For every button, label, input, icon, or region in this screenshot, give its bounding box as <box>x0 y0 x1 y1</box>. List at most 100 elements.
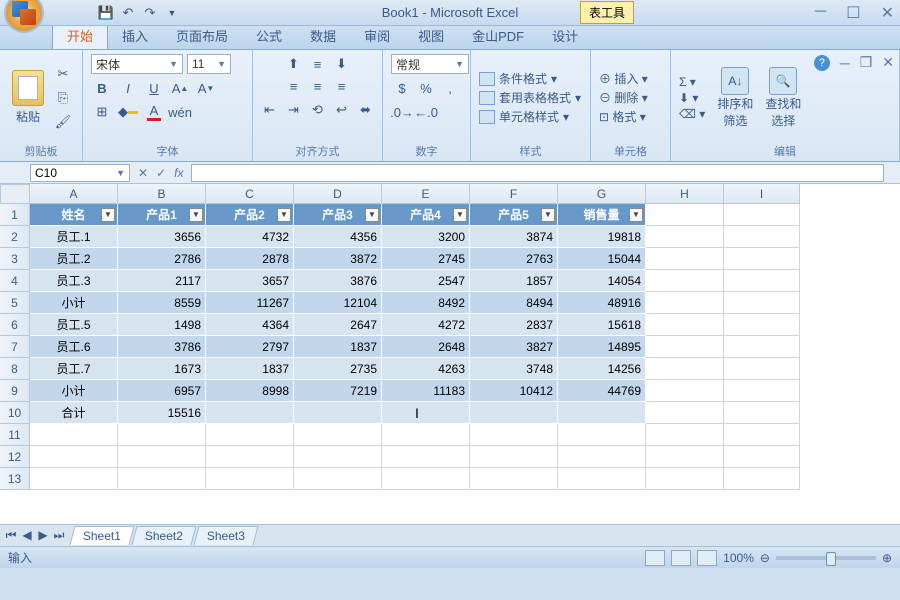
cell-H2[interactable] <box>646 226 724 248</box>
phonetic-button[interactable]: wén <box>169 102 191 122</box>
cell-G2[interactable]: 19818 <box>558 226 646 248</box>
cell-B9[interactable]: 6957 <box>118 380 206 402</box>
cell-D9[interactable]: 7219 <box>294 380 382 402</box>
cell-A9[interactable]: 小计 <box>30 380 118 402</box>
cell-C5[interactable]: 11267 <box>206 292 294 314</box>
cell-A12[interactable] <box>30 446 118 468</box>
name-box[interactable]: C10▼ <box>30 164 130 182</box>
cell-A7[interactable]: 员工.6 <box>30 336 118 358</box>
row-header-11[interactable]: 11 <box>0 424 30 446</box>
cell-D11[interactable] <box>294 424 382 446</box>
cell-E2[interactable]: 3200 <box>382 226 470 248</box>
cell-C6[interactable]: 4364 <box>206 314 294 336</box>
tab-视图[interactable]: 视图 <box>404 22 458 49</box>
cell-B3[interactable]: 2786 <box>118 248 206 270</box>
col-header-G[interactable]: G <box>558 184 646 204</box>
cell-I9[interactable] <box>724 380 800 402</box>
mdi-minimize-icon[interactable]: ─ <box>840 55 850 71</box>
number-format-combo[interactable]: 常规▼ <box>391 54 469 74</box>
fill-icon[interactable]: ⬇ ▾ <box>679 91 705 105</box>
cell-A3[interactable]: 员工.2 <box>30 248 118 270</box>
cell-I3[interactable] <box>724 248 800 270</box>
grow-font-button[interactable]: A▲ <box>169 78 191 98</box>
cell-I2[interactable] <box>724 226 800 248</box>
cell-F7[interactable]: 3827 <box>470 336 558 358</box>
format-as-table-button[interactable]: 套用表格格式 ▾ <box>479 89 581 106</box>
cell-H11[interactable] <box>646 424 724 446</box>
align-middle-icon[interactable]: ≡ <box>307 54 329 74</box>
cell-E1[interactable]: 产品4▼ <box>382 204 470 226</box>
qat-customize-icon[interactable]: ▼ <box>164 5 180 21</box>
cell-D4[interactable]: 3876 <box>294 270 382 292</box>
page-break-view-icon[interactable] <box>697 550 717 566</box>
orientation-icon[interactable]: ⟲ <box>307 100 329 120</box>
filter-button-6[interactable]: ▼ <box>629 208 643 222</box>
cell-E6[interactable]: 4272 <box>382 314 470 336</box>
cell-G8[interactable]: 14256 <box>558 358 646 380</box>
normal-view-icon[interactable] <box>645 550 665 566</box>
cell-G10[interactable] <box>558 402 646 424</box>
cell-D7[interactable]: 1837 <box>294 336 382 358</box>
cell-C11[interactable] <box>206 424 294 446</box>
row-header-5[interactable]: 5 <box>0 292 30 314</box>
cell-A2[interactable]: 员工.1 <box>30 226 118 248</box>
tab-审阅[interactable]: 审阅 <box>350 22 404 49</box>
cell-G11[interactable] <box>558 424 646 446</box>
autosum-icon[interactable]: Σ ▾ <box>679 75 705 89</box>
increase-decimal-icon[interactable]: .0→ <box>391 102 413 122</box>
cell-D5[interactable]: 12104 <box>294 292 382 314</box>
row-header-10[interactable]: 10 <box>0 402 30 424</box>
cell-G7[interactable]: 14895 <box>558 336 646 358</box>
cell-B7[interactable]: 3786 <box>118 336 206 358</box>
cell-I13[interactable] <box>724 468 800 490</box>
maximize-button[interactable]: ☐ <box>846 3 860 23</box>
cell-F10[interactable] <box>470 402 558 424</box>
currency-icon[interactable]: $ <box>391 78 413 98</box>
tab-设计[interactable]: 设计 <box>538 22 592 49</box>
percent-icon[interactable]: % <box>415 78 437 98</box>
cell-E10[interactable] <box>382 402 470 424</box>
comma-icon[interactable]: , <box>439 78 461 98</box>
cell-C9[interactable]: 8998 <box>206 380 294 402</box>
col-header-H[interactable]: H <box>646 184 724 204</box>
align-left-icon[interactable]: ≡ <box>283 76 305 96</box>
sort-filter-button[interactable]: A↓ 排序和 筛选 <box>711 67 759 129</box>
cell-F6[interactable]: 2837 <box>470 314 558 336</box>
cell-H1[interactable] <box>646 204 724 226</box>
cell-D10[interactable] <box>294 402 382 424</box>
cell-D6[interactable]: 2647 <box>294 314 382 336</box>
filter-button-0[interactable]: ▼ <box>101 208 115 222</box>
cell-C4[interactable]: 3657 <box>206 270 294 292</box>
cell-A6[interactable]: 员工.5 <box>30 314 118 336</box>
cell-A5[interactable]: 小计 <box>30 292 118 314</box>
cell-G12[interactable] <box>558 446 646 468</box>
select-all-corner[interactable] <box>0 184 30 204</box>
cell-styles-button[interactable]: 单元格样式 ▾ <box>479 108 581 125</box>
cell-E12[interactable] <box>382 446 470 468</box>
cell-F2[interactable]: 3874 <box>470 226 558 248</box>
cell-F13[interactable] <box>470 468 558 490</box>
sheet-tab-Sheet3[interactable]: Sheet3 <box>194 526 259 545</box>
enter-icon[interactable]: ✓ <box>156 166 166 180</box>
cell-G1[interactable]: 销售量▼ <box>558 204 646 226</box>
cell-C1[interactable]: 产品2▼ <box>206 204 294 226</box>
cell-I10[interactable] <box>724 402 800 424</box>
cell-H9[interactable] <box>646 380 724 402</box>
cell-D12[interactable] <box>294 446 382 468</box>
zoom-out-icon[interactable]: ⊖ <box>760 551 770 565</box>
tab-插入[interactable]: 插入 <box>108 22 162 49</box>
cell-I8[interactable] <box>724 358 800 380</box>
col-header-D[interactable]: D <box>294 184 382 204</box>
col-header-A[interactable]: A <box>30 184 118 204</box>
cell-B4[interactable]: 2117 <box>118 270 206 292</box>
cell-A8[interactable]: 员工.7 <box>30 358 118 380</box>
tab-数据[interactable]: 数据 <box>296 22 350 49</box>
find-select-button[interactable]: 🔍 查找和 选择 <box>759 67 807 129</box>
underline-button[interactable]: U <box>143 78 165 98</box>
page-layout-view-icon[interactable] <box>671 550 691 566</box>
cell-D1[interactable]: 产品3▼ <box>294 204 382 226</box>
col-header-B[interactable]: B <box>118 184 206 204</box>
cell-G9[interactable]: 44769 <box>558 380 646 402</box>
cancel-icon[interactable]: ✕ <box>138 166 148 180</box>
cell-I11[interactable] <box>724 424 800 446</box>
